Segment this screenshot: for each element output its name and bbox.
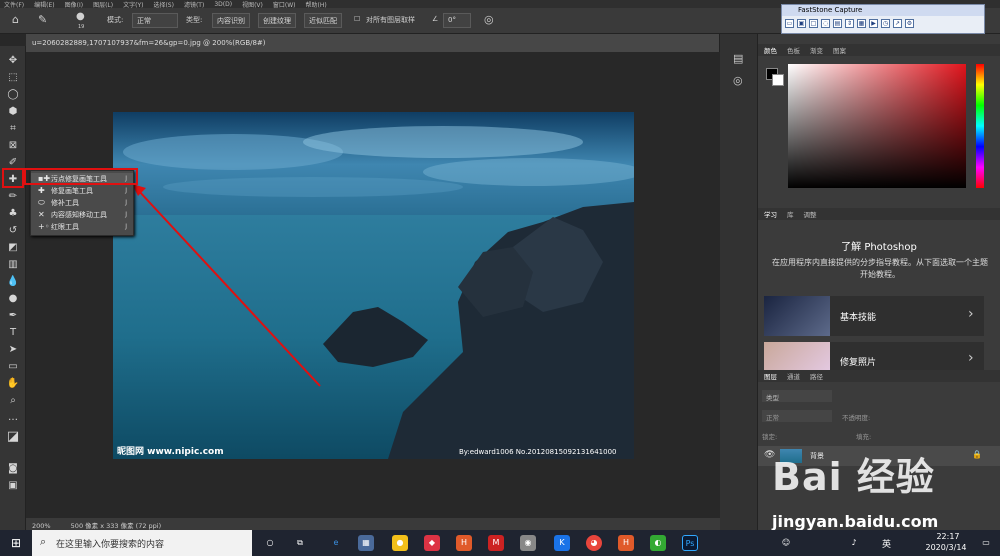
healing-brush-icon: ✚ [38,186,45,195]
flyout-highlight-box [24,168,138,185]
color-picker-field[interactable] [788,64,966,188]
color-panel-tabs: 颜色 色板 渐变 图案 [758,44,1000,56]
photoshop-icon[interactable]: Ps [682,535,698,551]
app-icon-2[interactable]: ● [392,535,408,551]
zoom-level[interactable]: 200% [32,522,51,530]
content-aware-move-icon: ✕ [38,210,45,219]
chevron-right-icon: › [968,350,974,366]
capture-freehand-icon[interactable]: ◌ [821,19,830,28]
tab-gradients[interactable]: 渐变 [810,45,823,55]
flyout-item-healing-brush[interactable]: ✚ 修复画笔工具 J [31,185,133,197]
app-icon-5[interactable]: M [488,535,504,551]
tab-paths[interactable]: 路径 [810,371,823,381]
app-icon-6[interactable]: ◉ [520,535,536,551]
search-icon: ⌕ [40,535,47,548]
speaker-icon[interactable]: ♪ [846,535,862,551]
blend-mode-select[interactable]: 正常 [762,410,832,422]
learn-title: 了解 Photoshop [841,242,917,253]
clock-time[interactable]: 22:17 [928,532,968,541]
app-icon-3[interactable]: ◆ [424,535,440,551]
chevron-right-icon: › [968,306,974,322]
tab-libraries[interactable]: 库 [787,209,794,219]
capture-rect-icon[interactable]: □ [809,19,818,28]
capture-fixed-icon[interactable]: ▦ [857,19,866,28]
tab-learn[interactable]: 学习 [764,209,777,219]
capture-output-icon[interactable]: ↗ [893,19,902,28]
tab-adjustments[interactable]: 调整 [804,209,817,219]
document-info[interactable]: 500 像素 x 333 像素 (72 ppi) [71,522,161,530]
tab-layers[interactable]: 图层 [764,371,777,381]
card-thumbnail [764,296,830,336]
app-icon-4[interactable]: H [456,535,472,551]
clock-date[interactable]: 2020/3/14 [920,543,972,552]
learn-card-repair-photos[interactable]: 修复照片 › [764,342,984,370]
opacity-label: 不透明度: [842,414,871,422]
annotation-arrow [132,184,321,387]
history-icon[interactable]: ▤ [733,52,743,65]
properties-icon[interactable]: ◎ [733,74,743,87]
capture-video-icon[interactable]: ▶ [869,19,878,28]
app-icon-9[interactable]: ◐ [650,535,666,551]
patch-icon: ⬭ [38,198,45,207]
chrome-icon[interactable]: ◕ [586,535,602,551]
faststone-title: FastStone Capture [782,5,984,16]
edge-icon[interactable]: e [328,535,344,551]
learn-panel-tabs: 学习 库 调整 [758,208,1000,220]
capture-window-icon[interactable]: ▭ [785,19,794,28]
multitask-icon[interactable]: ⧉ [292,535,308,551]
app-icon-7[interactable]: K [554,535,570,551]
tab-patterns[interactable]: 图案 [833,45,846,55]
card-thumbnail [764,342,830,370]
capture-scroll-icon[interactable]: ⇕ [845,19,854,28]
learn-card-basic-skills[interactable]: 基本技能 › [764,296,984,336]
tab-channels[interactable]: 通道 [787,371,800,381]
capture-delay-icon[interactable]: ◷ [881,19,890,28]
baidu-watermark: Bai 经验 [772,455,935,499]
fill-label: 填充: [856,433,872,441]
tool-highlight-box [2,168,24,188]
lock-label: 锁定: [762,433,778,441]
windows-start-icon[interactable]: ⊞ [8,535,24,551]
flyout-item-red-eye[interactable]: +◦ 红眼工具 J [31,221,133,233]
red-eye-icon: +◦ [38,222,50,231]
panel-dock: ▤ ◎ [720,34,758,530]
capture-object-icon[interactable]: ▣ [797,19,806,28]
faststone-capture-toolbar[interactable]: FastStone Capture ▭ ▣ □ ◌ ▤ ⇕ ▦ ▶ ◷ ↗ ⚙ [781,4,985,34]
app-icon-1[interactable]: ▦ [358,535,374,551]
layer-kind-filter[interactable]: 类型 [762,390,832,402]
baidu-url: jingyan.baidu.com [772,512,939,531]
capture-fullscreen-icon[interactable]: ▤ [833,19,842,28]
flyout-item-content-aware-move[interactable]: ✕ 内容感知移动工具 J [31,209,133,221]
ime-indicator[interactable]: 英 [882,537,891,550]
windows-taskbar: ⊞ ⌕ 在这里输入你要搜索的内容 ○ ⧉ e ▦ ● ◆ H M ◉ K ◕ H… [0,530,1000,556]
settings-icon[interactable]: ⚙ [905,19,914,28]
lock-icon: 🔒 [972,450,982,459]
hue-slider[interactable] [976,64,984,188]
task-view-icon[interactable]: ○ [262,535,278,551]
people-icon[interactable]: ☺ [778,535,794,551]
status-bar: 200% 500 像素 x 333 像素 (72 ppi) [26,518,720,530]
background-color-swatch[interactable] [772,74,784,86]
tab-swatches[interactable]: 色板 [787,45,800,55]
learn-description: 在应用程序内直接提供的分步指导教程。从下面选取一个主题开始教程。 [772,258,988,279]
notification-icon[interactable]: ▭ [978,535,994,551]
layers-panel-tabs: 图层 通道 路径 [758,370,1000,382]
tab-color[interactable]: 颜色 [764,45,777,55]
flyout-item-patch[interactable]: ⬭ 修补工具 J [31,197,133,209]
app-icon-8[interactable]: H [618,535,634,551]
taskbar-search-box[interactable]: ⌕ 在这里输入你要搜索的内容 [32,530,252,556]
